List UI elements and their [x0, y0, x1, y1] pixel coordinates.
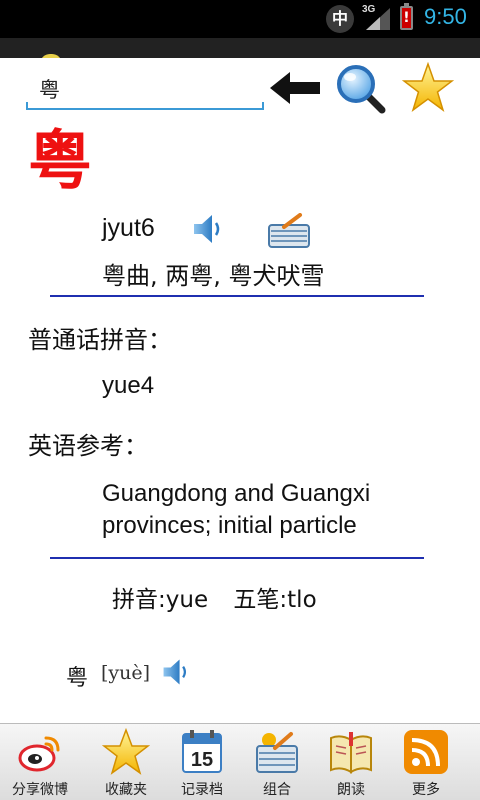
headword: 粤: [28, 125, 92, 199]
english-label: 英语参考：: [28, 432, 148, 460]
tab-history[interactable]: 15 记录档: [162, 724, 242, 800]
ime-indicator: 中: [326, 5, 354, 33]
mandarin-char: 粤: [66, 666, 89, 691]
wubi-code: 五笔:tlo: [233, 587, 317, 613]
speaker-icon[interactable]: [190, 211, 226, 247]
tab-more[interactable]: 更多: [386, 724, 466, 800]
pinyin-code: 拼音:yue: [112, 587, 209, 613]
rss-icon: [404, 730, 448, 774]
calendar-icon: 15: [182, 730, 222, 773]
tab-label: 更多: [412, 782, 440, 798]
tab-share-weibo[interactable]: 分享微博: [0, 724, 80, 800]
star-icon[interactable]: [402, 62, 454, 114]
input-edge-left: [26, 102, 28, 110]
tab-combine[interactable]: 组合: [237, 724, 317, 800]
basket-icon: [256, 732, 298, 773]
mandarin-pinyin-tone: [yuè]: [101, 662, 151, 684]
back-arrow-icon[interactable]: [268, 68, 322, 108]
tab-label: 收藏夹: [105, 782, 147, 798]
weibo-icon: [18, 736, 60, 772]
tab-label: 朗读: [337, 782, 365, 798]
jyutping-text: jyut6: [102, 214, 155, 242]
tab-label: 记录档: [181, 782, 223, 798]
input-codes: 拼音:yue 五笔:tlo: [112, 580, 335, 614]
mandarin-pinyin-value: yue4: [102, 372, 155, 399]
star-icon: [102, 728, 150, 775]
divider: [50, 557, 424, 559]
tab-label: 分享微博: [12, 782, 68, 798]
speaker-icon[interactable]: [160, 656, 192, 688]
tab-label: 组合: [263, 782, 291, 798]
signal-icon: [366, 8, 390, 30]
tab-favorites[interactable]: 收藏夹: [86, 724, 166, 800]
magnifier-icon[interactable]: [334, 62, 388, 116]
battery-alert: !: [402, 8, 411, 28]
calendar-day: 15: [191, 749, 213, 771]
input-edge-right: [262, 102, 264, 110]
bottom-toolbar: 分享微博 收藏夹 15 记录档 组合 朗读 更多: [0, 723, 480, 800]
status-bar: 中 3G ! 9:50: [0, 0, 480, 38]
title-strip: [0, 38, 480, 64]
dictionary-content: 粤 jyut6 粤曲, 两粤, 粤犬吠雪 普通话拼音： yue4 英语参考： G…: [0, 58, 480, 723]
battery-icon: !: [400, 3, 413, 30]
english-meaning: Guangdong and Guangxi provinces; initial…: [102, 480, 371, 539]
clock: 9:50: [424, 4, 467, 29]
example-words: 粤曲, 两粤, 粤犬吠雪: [102, 262, 325, 290]
book-icon: [330, 732, 372, 774]
tab-read-aloud[interactable]: 朗读: [311, 724, 391, 800]
mandarin-pinyin-label: 普通话拼音：: [28, 326, 172, 354]
divider: [50, 295, 424, 297]
combine-basket-icon[interactable]: [266, 213, 312, 249]
search-input[interactable]: [26, 70, 264, 110]
